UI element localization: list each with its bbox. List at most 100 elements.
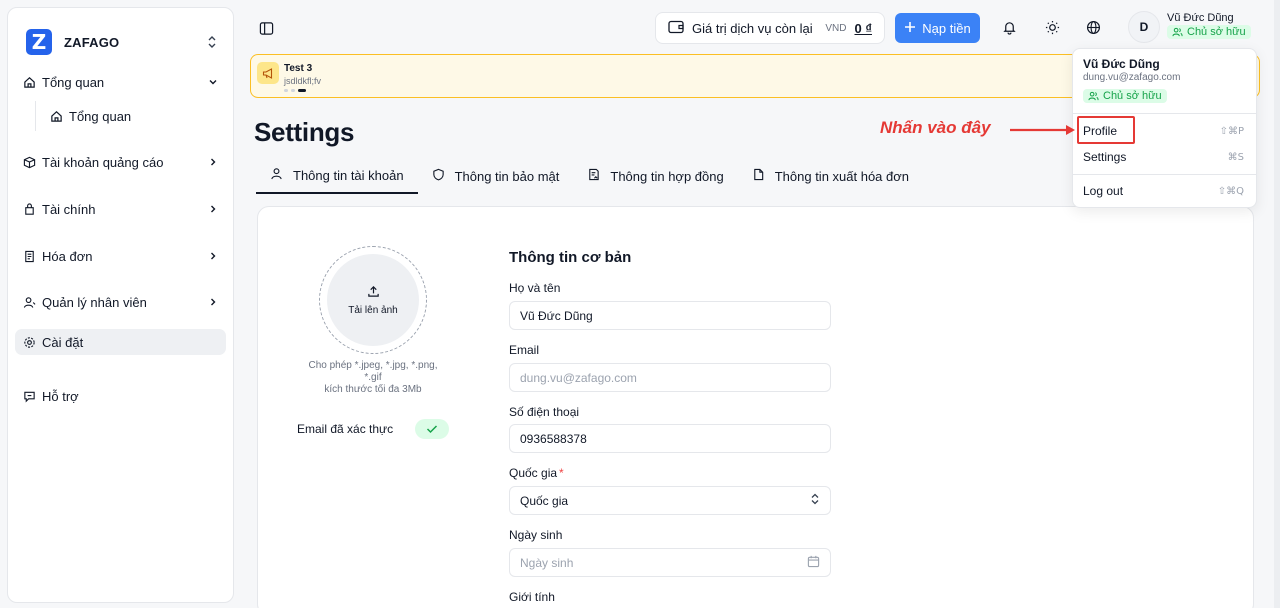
gear-icon — [22, 335, 36, 349]
sidebar-item-label: Quản lý nhân viên — [42, 294, 147, 310]
upload-hint-size: kích thước tối đa 3Mb — [324, 384, 422, 395]
sidebar-item-label: Cài đặt — [42, 334, 84, 350]
menu-item-label: Settings — [1083, 150, 1127, 164]
menu-item-logout[interactable]: Log out ⇧⌘Q — [1077, 179, 1250, 203]
email-verified-badge — [415, 419, 449, 439]
contract-icon — [587, 168, 600, 184]
sidebar: Z ZAFAGO Tổng quan Tổng quan Tài khoản q… — [7, 7, 234, 603]
role-label: Chủ sở hữu — [1187, 26, 1246, 38]
upload-icon — [367, 285, 380, 301]
tab-label: Thông tin xuất hóa đơn — [774, 168, 910, 184]
box-icon — [22, 155, 36, 169]
balance-widget[interactable]: Giá trị dịch vụ còn lại VND 0 ₫ — [655, 12, 885, 44]
carousel-dot-active[interactable] — [298, 89, 306, 92]
upload-label: Tải lên ảnh — [348, 304, 398, 316]
announcement-title: Test 3 — [284, 63, 313, 74]
required-marker: * — [559, 466, 564, 480]
topup-button[interactable]: Nạp tiền — [895, 13, 980, 43]
name-input[interactable] — [509, 301, 831, 330]
sidebar-subitem-overview[interactable]: Tổng quan — [42, 103, 226, 129]
country-select-value: Quốc gia — [520, 493, 569, 508]
topup-label: Nạp tiền — [922, 20, 971, 36]
menu-divider — [1073, 113, 1256, 114]
chevron-right-icon — [207, 250, 219, 262]
balance-amount: 0 ₫ — [854, 20, 872, 36]
home-icon — [22, 75, 36, 89]
country-label: Quốc gia * — [509, 466, 564, 480]
theme-toggle-button[interactable] — [1043, 18, 1061, 36]
chevron-right-icon — [207, 296, 219, 308]
tab-invoice-export-info[interactable]: Thông tin xuất hóa đơn — [738, 158, 923, 194]
carousel-dot[interactable] — [284, 89, 288, 92]
menu-divider — [1073, 174, 1256, 175]
globe-icon — [1086, 20, 1100, 34]
sidebar-item-label: Hóa đơn — [42, 248, 93, 264]
avatar[interactable]: D — [1128, 11, 1160, 43]
email-input — [509, 363, 831, 392]
tab-label: Thông tin bảo mật — [454, 168, 560, 184]
tab-contract-info[interactable]: Thông tin hợp đồng — [573, 158, 737, 194]
menu-user-email: dung.vu@zafago.com — [1083, 72, 1181, 83]
tab-security-info[interactable]: Thông tin bảo mật — [418, 158, 574, 194]
avatar-upload-button[interactable]: Tải lên ảnh — [327, 254, 419, 346]
sidebar-item-invoices[interactable]: Hóa đơn — [15, 243, 226, 269]
sun-icon — [1045, 20, 1059, 34]
annotation-text: Nhấn vào đây — [880, 118, 991, 137]
tab-label: Thông tin hợp đồng — [610, 168, 724, 184]
megaphone-icon — [257, 62, 279, 84]
name-label: Họ và tên — [509, 281, 561, 295]
scrollbar[interactable] — [1274, 0, 1280, 608]
country-select[interactable]: Quốc gia — [509, 486, 831, 515]
invoice-icon — [22, 249, 36, 263]
bell-icon — [1002, 21, 1016, 35]
tab-account-info[interactable]: Thông tin tài khoản — [256, 158, 418, 194]
sidebar-item-label: Tài chính — [42, 201, 96, 217]
workspace-switcher[interactable]: Z ZAFAGO — [26, 22, 219, 62]
sidebar-item-label: Hỗ trợ — [42, 388, 79, 404]
calendar-icon — [807, 555, 820, 571]
zafago-logo: Z — [26, 29, 52, 55]
user-icon — [22, 295, 36, 309]
dob-picker[interactable]: Ngày sinh — [509, 548, 831, 577]
sidebar-toggle-icon — [259, 21, 273, 35]
annotation-highlight-box — [1077, 116, 1135, 144]
dob-placeholder: Ngày sinh — [520, 555, 574, 570]
check-icon — [426, 425, 438, 434]
sidebar-toggle-button[interactable] — [256, 18, 276, 38]
tab-label: Thông tin tài khoản — [293, 167, 404, 183]
user-name[interactable]: Vũ Đức Dũng — [1167, 12, 1234, 24]
annotation-arrow-icon — [1010, 125, 1075, 135]
brand-name: ZAFAGO — [64, 34, 120, 50]
sidebar-item-ad-accounts[interactable]: Tài khoản quảng cáo — [15, 149, 226, 175]
home-icon — [49, 109, 63, 123]
notification-button[interactable] — [1000, 18, 1018, 36]
sidebar-item-staff[interactable]: Quản lý nhân viên — [15, 289, 226, 315]
carousel-dots — [284, 89, 306, 92]
page-title: Settings — [254, 117, 355, 147]
submenu-line — [35, 101, 36, 131]
users-icon — [1088, 91, 1099, 101]
plus-icon — [904, 21, 916, 36]
announcement-body: jsdldkfl;fv — [284, 76, 322, 86]
sidebar-item-support[interactable]: Hỗ trợ — [15, 383, 226, 409]
chevron-up-down-icon — [205, 35, 219, 50]
dob-label: Ngày sinh — [509, 528, 563, 542]
carousel-dot[interactable] — [291, 89, 295, 92]
wallet-icon — [22, 202, 36, 216]
currency-label: VND — [825, 22, 847, 34]
menu-role-label: Chủ sở hữu — [1103, 90, 1162, 102]
users-icon — [1172, 27, 1183, 37]
role-badge: Chủ sở hữu — [1167, 25, 1251, 39]
menu-role-badge: Chủ sở hữu — [1083, 89, 1167, 103]
sidebar-item-settings[interactable]: Cài đặt — [15, 329, 226, 355]
chat-icon — [22, 389, 36, 403]
menu-user-name: Vũ Đức Dũng — [1083, 57, 1160, 71]
menu-item-settings[interactable]: Settings ⌘S — [1077, 145, 1250, 169]
upload-hint-formats: Cho phép *.jpeg, *.jpg, *.png, *.gif — [308, 360, 438, 383]
language-button[interactable] — [1084, 18, 1102, 36]
sidebar-item-finance[interactable]: Tài chính — [15, 196, 226, 222]
balance-label: Giá trị dịch vụ còn lại — [692, 20, 813, 36]
file-icon — [752, 168, 765, 184]
sidebar-item-overview[interactable]: Tổng quan — [15, 69, 226, 95]
phone-input[interactable] — [509, 424, 831, 453]
